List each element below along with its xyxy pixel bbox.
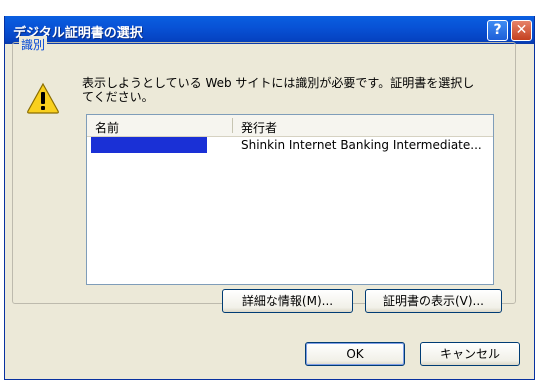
help-icon: ? bbox=[493, 22, 502, 38]
list-header: 名前 発行者 bbox=[87, 115, 493, 137]
column-header-issuer[interactable]: 発行者 bbox=[241, 119, 277, 136]
close-button[interactable]: ✕ bbox=[511, 20, 532, 41]
certificate-row[interactable]: Shinkin Internet Banking Intermediate... bbox=[87, 137, 493, 155]
group-label: 識別 bbox=[19, 36, 48, 53]
certificate-list[interactable]: 名前 発行者 Shinkin Internet Banking Intermed… bbox=[86, 114, 494, 285]
column-header-name[interactable]: 名前 bbox=[95, 119, 119, 136]
message-text: 表示しようとしている Web サイトには識別が必要です。証明書を選択してください… bbox=[82, 76, 475, 104]
view-certificate-button[interactable]: 証明書の表示(V)... bbox=[365, 289, 502, 313]
ok-button[interactable]: OK bbox=[305, 342, 405, 366]
certificate-issuer-cell: Shinkin Internet Banking Intermediate... bbox=[241, 138, 482, 152]
close-icon: ✕ bbox=[515, 22, 528, 38]
help-button[interactable]: ? bbox=[487, 20, 508, 41]
certificate-name-cell bbox=[91, 137, 207, 153]
column-separator[interactable] bbox=[232, 118, 233, 133]
title-bar[interactable]: デジタル証明書の選択 ? ✕ bbox=[5, 16, 534, 44]
details-button[interactable]: 詳細な情報(M)... bbox=[222, 289, 353, 313]
warning-icon bbox=[27, 82, 59, 114]
cancel-button[interactable]: キャンセル bbox=[420, 342, 520, 366]
